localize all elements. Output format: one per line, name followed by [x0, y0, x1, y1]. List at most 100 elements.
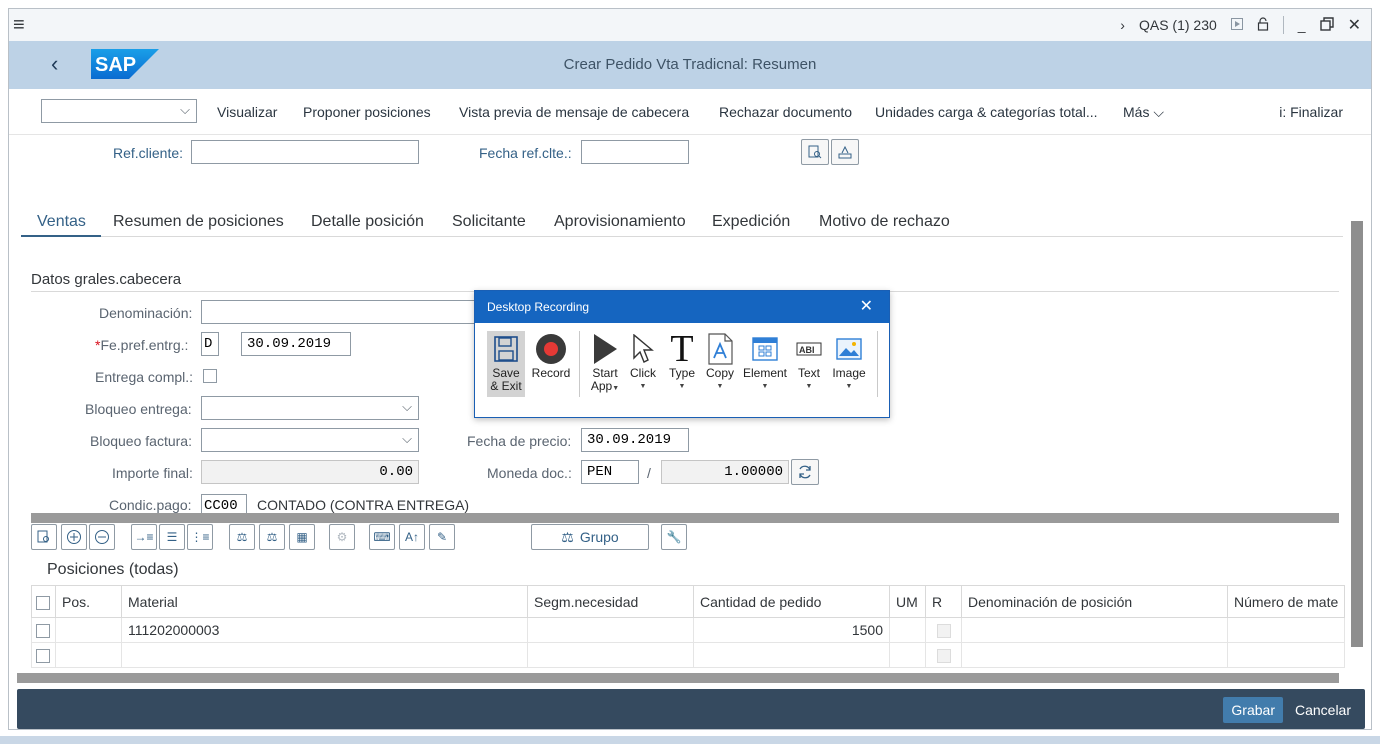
tab-aprovisionamiento[interactable]: Aprovisionamiento — [554, 213, 686, 231]
cell-cantidad[interactable] — [693, 642, 890, 668]
row-checkbox[interactable] — [36, 649, 50, 664]
select-all-checkbox[interactable] — [36, 595, 50, 610]
details-icon[interactable] — [31, 524, 57, 550]
copy-button[interactable]: Copy ▼ — [703, 331, 737, 393]
chevron-down-icon: ⌵ — [402, 399, 412, 414]
unidades-carga-button[interactable]: Unidades carga & categorías total... — [875, 104, 1098, 120]
finalizar-button[interactable]: i: Finalizar — [1279, 104, 1343, 120]
bloqueo-entrega-select[interactable]: ⌵ — [201, 396, 419, 420]
add-row-icon[interactable] — [61, 524, 87, 550]
refresh-icon[interactable] — [791, 459, 819, 485]
cell-um[interactable] — [889, 642, 926, 668]
cell-material[interactable] — [121, 642, 528, 668]
sort-icon[interactable]: A↑ — [399, 524, 425, 550]
delete-row-icon[interactable] — [89, 524, 115, 550]
col-um[interactable]: UM — [889, 585, 926, 618]
text-button[interactable]: ABI Text ▼ — [793, 331, 825, 393]
cell-material[interactable]: 111202000003 — [121, 617, 528, 643]
edit-icon[interactable]: ✎ — [429, 524, 455, 550]
cell-pos[interactable] — [55, 617, 122, 643]
hierarchy-expand-icon[interactable]: ⚖ — [259, 524, 285, 550]
start-app-button[interactable]: Start App▼ — [587, 331, 623, 395]
indent-icon[interactable]: →≡ — [131, 524, 157, 550]
cell-numero[interactable] — [1226, 617, 1346, 643]
type-button[interactable]: T Type ▼ — [665, 330, 699, 393]
list-icon[interactable]: ⋮≡ — [187, 524, 213, 550]
record-button[interactable]: Record — [531, 331, 571, 380]
cell-cantidad[interactable]: 1500 — [693, 617, 890, 643]
keyboard-icon[interactable]: ⌨ — [369, 524, 395, 550]
cursor-icon — [632, 331, 654, 367]
cell-pos[interactable] — [55, 642, 122, 668]
lock-icon[interactable] — [1257, 16, 1269, 34]
proponer-posiciones-button[interactable]: Proponer posiciones — [303, 104, 431, 120]
vista-previa-button[interactable]: Vista previa de mensaje de cabecera — [459, 104, 689, 120]
entrega-compl-checkbox[interactable] — [203, 369, 217, 383]
section-scrollbar[interactable] — [31, 513, 1339, 523]
save-exit-button[interactable]: Save & Exit — [487, 331, 525, 397]
shell-header: ‹ SAP Crear Pedido Vta Tradicnal: Resume… — [9, 41, 1371, 89]
fe-pref-type-input[interactable]: D — [201, 332, 219, 356]
cell-um[interactable] — [889, 617, 926, 643]
visualizar-button[interactable]: Visualizar — [217, 104, 277, 120]
fecha-ref-input[interactable] — [581, 140, 689, 164]
toolbar-dropdown[interactable]: ⌵ — [41, 99, 197, 123]
chevron-right-icon[interactable]: › — [1120, 17, 1125, 33]
denominacion-input[interactable] — [201, 300, 491, 324]
os-taskbar — [0, 736, 1380, 744]
condic-pago-input[interactable]: CC00 — [201, 494, 247, 513]
mas-menu-button[interactable]: Más ⌵ — [1123, 104, 1164, 121]
col-material[interactable]: Material — [121, 585, 528, 618]
copy-label: Copy — [705, 366, 734, 380]
tab-motivo-rechazo[interactable]: Motivo de rechazo — [819, 213, 950, 231]
grabar-button[interactable]: Grabar — [1223, 697, 1283, 723]
close-icon[interactable]: ✕ — [860, 296, 873, 316]
tab-solicitante[interactable]: Solicitante — [452, 213, 526, 231]
cell-segm[interactable] — [527, 642, 694, 668]
col-segm[interactable]: Segm.necesidad — [527, 585, 694, 618]
importe-final-field: 0.00 — [201, 460, 419, 484]
desktop-recording-dialog: Desktop Recording ✕ Save & Exit Record S… — [474, 290, 890, 418]
tab-resumen-posiciones[interactable]: Resumen de posiciones — [113, 213, 284, 231]
cell-numero[interactable] — [1226, 642, 1346, 668]
element-button[interactable]: Element ▼ — [741, 331, 789, 393]
tab-detalle-posicion[interactable]: Detalle posición — [311, 213, 424, 231]
restore-icon[interactable] — [1319, 16, 1334, 34]
tab-ventas[interactable]: Ventas — [37, 213, 86, 231]
display-doc-icon[interactable] — [801, 139, 829, 165]
table-scrollbar[interactable] — [17, 673, 1339, 683]
col-pos[interactable]: Pos. — [55, 585, 122, 618]
chart-icon[interactable]: ▦ — [289, 524, 315, 550]
cell-denominacion[interactable] — [961, 617, 1228, 643]
grupo-button[interactable]: ⚖ Grupo — [531, 524, 649, 550]
scan-icon[interactable] — [831, 139, 859, 165]
cell-segm[interactable] — [527, 617, 694, 643]
hierarchy-icon[interactable]: ⚖ — [229, 524, 255, 550]
close-icon[interactable]: ✕ — [1348, 15, 1361, 35]
record-icon — [535, 331, 567, 367]
col-denominacion[interactable]: Denominación de posición — [961, 585, 1228, 618]
ref-cliente-input[interactable] — [191, 140, 419, 164]
click-button[interactable]: Click ▼ — [627, 331, 659, 393]
col-cantidad[interactable]: Cantidad de pedido — [693, 585, 890, 618]
wrench-icon[interactable]: 🔧 — [661, 524, 687, 550]
image-button[interactable]: Image ▼ — [829, 331, 869, 393]
checklist-icon[interactable]: ☰ — [159, 524, 185, 550]
fe-pref-date-input[interactable]: 30.09.2019 — [241, 332, 351, 356]
bloqueo-entrega-label: Bloqueo entrega: — [85, 401, 192, 417]
col-numero[interactable]: Número de mate — [1226, 585, 1346, 618]
moneda-input[interactable]: PEN — [581, 460, 639, 484]
fecha-precio-input[interactable]: 30.09.2019 — [581, 428, 689, 452]
cancelar-button[interactable]: Cancelar — [1289, 697, 1357, 723]
minimize-icon[interactable]: _ — [1298, 17, 1306, 33]
play-icon[interactable] — [1230, 17, 1243, 33]
fe-pref-label-text: Fe.pref.entrg.: — [100, 337, 189, 353]
col-r[interactable]: R — [925, 585, 962, 618]
rechazar-documento-button[interactable]: Rechazar documento — [719, 104, 852, 120]
row-checkbox[interactable] — [36, 624, 50, 639]
bloqueo-factura-select[interactable]: ⌵ — [201, 428, 419, 452]
hamburger-icon[interactable]: ≡ — [13, 15, 25, 35]
tab-expedicion[interactable]: Expedición — [712, 213, 790, 231]
cell-denominacion[interactable] — [961, 642, 1228, 668]
vertical-scrollbar[interactable] — [1351, 221, 1363, 647]
